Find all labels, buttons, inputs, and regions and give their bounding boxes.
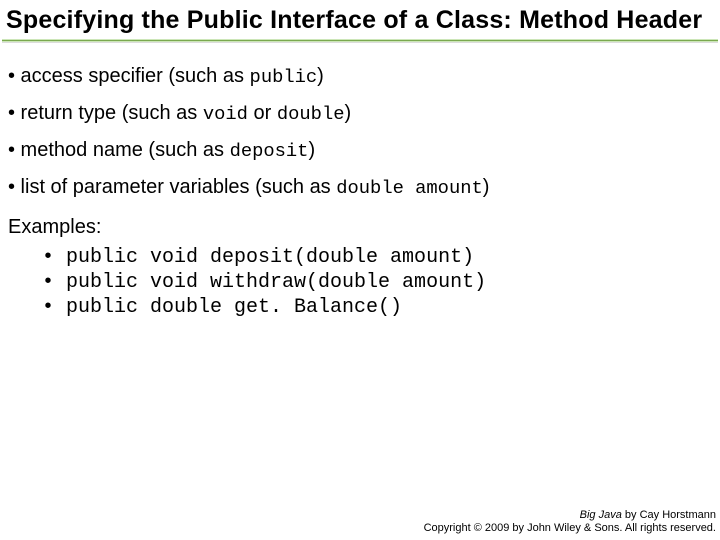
bullet-3: • method name (such as deposit) <box>8 135 712 166</box>
examples-list: • public void deposit(double amount) • p… <box>8 245 712 320</box>
footer-line-1: Big Java by Cay Horstmann <box>424 509 716 523</box>
bullet-2-pre: • return type (such as <box>8 102 203 124</box>
footer-byline: by Cay Horstmann <box>622 509 716 521</box>
example-2: • public void withdraw(double amount) <box>42 270 712 295</box>
examples-label: Examples: <box>8 212 712 243</box>
bullet-2-code2: double <box>277 103 345 125</box>
slide-body: • access specifier (such as public) • re… <box>0 53 720 320</box>
bullet-2: • return type (such as void or double) <box>8 98 712 129</box>
footer-copyright: Copyright © 2009 by John Wiley & Sons. A… <box>424 522 716 536</box>
bullet-4-code: double amount <box>336 177 483 199</box>
bullet-3-pre: • method name (such as <box>8 139 230 161</box>
bullet-4-pre: • list of parameter variables (such as <box>8 176 336 198</box>
bullet-4-post: ) <box>483 176 490 198</box>
footer-book: Big Java <box>580 509 622 521</box>
bullet-1-pre: • access specifier (such as <box>8 65 250 87</box>
bullet-2-code: void <box>203 103 248 125</box>
example-1: • public void deposit(double amount) <box>42 245 712 270</box>
footer: Big Java by Cay Horstmann Copyright © 20… <box>424 509 716 537</box>
bullet-3-code: deposit <box>230 140 309 162</box>
bullet-1-post: ) <box>317 65 324 87</box>
bullet-1-code: public <box>250 66 318 88</box>
bullet-1: • access specifier (such as public) <box>8 61 712 92</box>
slide-title: Specifying the Public Interface of a Cla… <box>0 0 720 39</box>
bullet-2-mid: or <box>248 102 277 124</box>
bullet-4: • list of parameter variables (such as d… <box>8 172 712 203</box>
example-3: • public double get. Balance() <box>42 295 712 320</box>
bullet-2-post: ) <box>345 102 352 124</box>
bullet-3-post: ) <box>308 139 315 161</box>
title-rule <box>0 39 720 53</box>
